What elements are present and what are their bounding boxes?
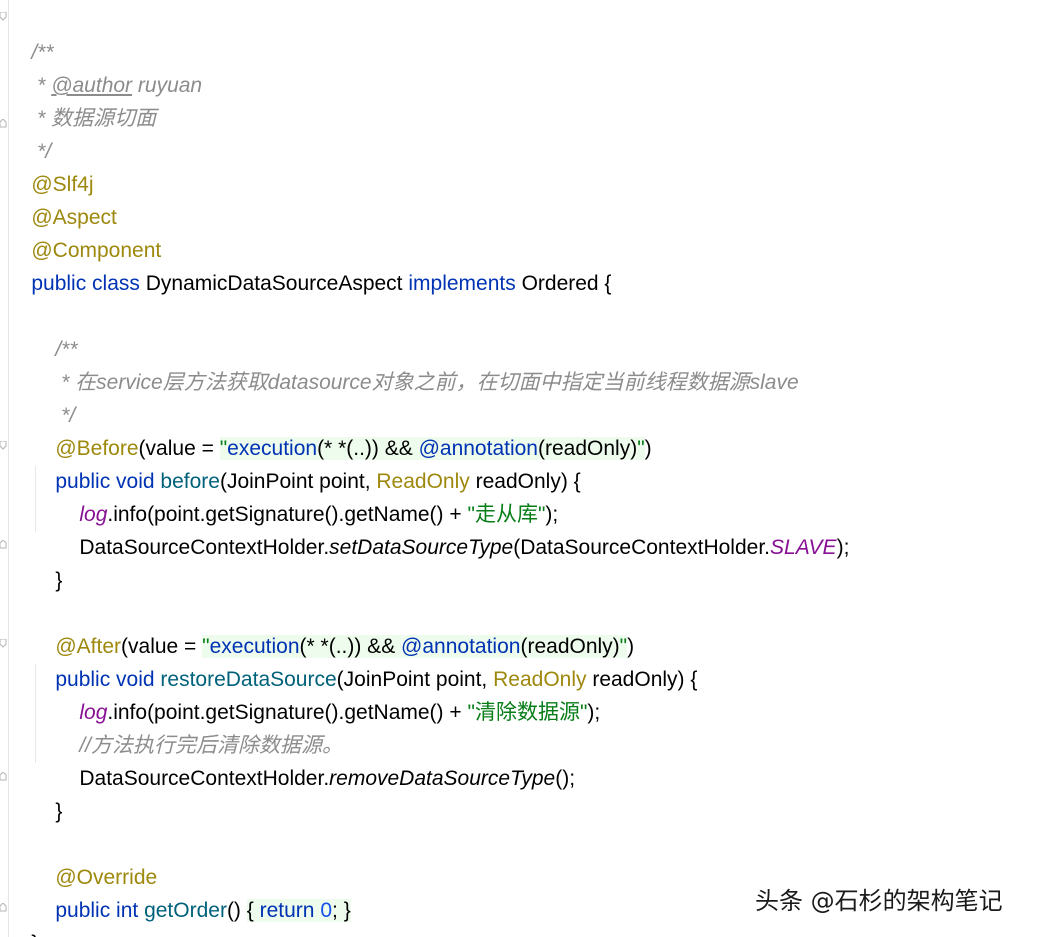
code-line-before-annotation: @Before(value = "execution(* *(..)) && @… [32, 399, 652, 460]
keyword: implements [408, 272, 522, 295]
code-line-before-method: public void before(JoinPoint point, Read… [32, 432, 580, 493]
code-line-class-declaration: public class DynamicDataSourceAspect imp… [8, 234, 611, 295]
folded-body[interactable]: { return 0; } [246, 899, 351, 922]
method-name: getOrder [144, 899, 227, 922]
code-text: (DataSourceContextHolder. [513, 536, 771, 559]
fold-marker-icon[interactable] [0, 119, 7, 128]
interface-name: Ordered { [521, 272, 612, 295]
code-editor[interactable]: /** * @author ruyuan * 数据源切面 */ @Slf4j @… [0, 0, 1054, 937]
comment-text: * 在service层方法获取datasource对象之前，在切面中指定当前线程… [55, 371, 799, 394]
code-line-comment: //方法执行完后清除数据源。 [56, 696, 343, 757]
code-line-override-annotation: @Override [32, 828, 157, 889]
code-text: (); [555, 767, 576, 790]
static-method: setDataSourceType [329, 536, 514, 559]
code-line-get-order: public int getOrder() { return 0; } [32, 861, 351, 922]
code-line-after-annotation: @After(value = "execution(* *(..)) && @a… [32, 597, 634, 658]
code-text: } [55, 800, 63, 823]
string-quote: " [637, 437, 645, 460]
code-line-annotation-slf4j: @Slf4j [8, 135, 93, 196]
number-literal: 0 [320, 899, 333, 922]
code-line-doc-desc: * 在service层方法获取datasource对象之前，在切面中指定当前线程… [32, 333, 798, 394]
code-line-annotation-aspect: @Aspect [8, 168, 117, 229]
watermark: 头条 @石杉的架构笔记 [755, 887, 1003, 915]
code-text: { [246, 899, 260, 922]
code-line-doc-open: /** [8, 3, 53, 64]
static-method: removeDataSourceType [329, 767, 556, 790]
code-line-doc-close: */ [32, 366, 75, 427]
code-text: } [31, 932, 38, 937]
code-line-doc-desc: * 数据源切面 [8, 69, 156, 130]
code-text: () [226, 899, 247, 922]
code-line-set-datasource: DataSourceContextHolder.setDataSourceTyp… [56, 498, 849, 559]
code-line-annotation-component: @Component [8, 201, 161, 262]
keyword: return [259, 899, 321, 922]
fold-marker-icon[interactable] [0, 441, 7, 450]
fold-marker-icon[interactable] [0, 903, 7, 912]
keyword: public int [55, 899, 145, 922]
class-name: DynamicDataSourceAspect [145, 272, 409, 295]
code-line-remove-datasource: DataSourceContextHolder.removeDataSource… [56, 729, 575, 790]
code-line-brace-close: } [32, 762, 62, 823]
code-text: } [55, 569, 63, 592]
code-line-brace-close: } [32, 531, 62, 592]
code-line-log-info: log.info(point.getSignature().getName() … [56, 465, 558, 526]
fold-marker-icon[interactable] [0, 772, 7, 781]
code-text: DataSourceContextHolder. [79, 767, 330, 790]
code-line-log-info: log.info(point.getSignature().getName() … [56, 663, 600, 724]
static-field: SLAVE [770, 536, 837, 559]
code-text: ) [644, 437, 652, 460]
fold-marker-icon[interactable] [0, 639, 7, 648]
keyword: public class [31, 272, 146, 295]
string-literal: "清除数据源" [467, 701, 588, 724]
code-text: DataSourceContextHolder. [79, 536, 330, 559]
code-line-doc-close: */ [8, 102, 51, 163]
code-line-author: * @author ruyuan [8, 36, 202, 97]
code-line-class-close: } [8, 894, 38, 937]
code-text: readOnly) { [586, 668, 698, 691]
code-text: ; [332, 899, 344, 922]
code-text: } [343, 899, 351, 922]
code-line-doc-open: /** [32, 300, 77, 361]
code-text: ); [587, 701, 601, 724]
fold-marker-icon[interactable] [0, 12, 7, 21]
fold-marker-icon[interactable] [0, 540, 7, 549]
code-line-restore-method: public void restoreDataSource(JoinPoint … [32, 630, 697, 691]
code-text: ); [836, 536, 850, 559]
